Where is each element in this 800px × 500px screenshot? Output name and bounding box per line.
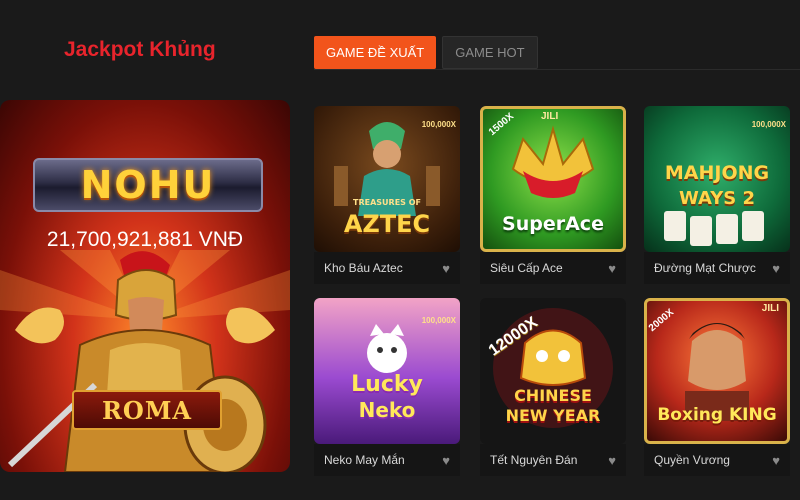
- game-art-title: Lucky: [351, 372, 423, 397]
- game-art-subtitle: Neko: [358, 398, 416, 422]
- tabs-divider: [314, 69, 800, 70]
- heart-icon[interactable]: ♥: [608, 261, 616, 276]
- game-caption: Tết Nguyên Đán ♥: [480, 444, 626, 476]
- game-art-subtitle: TREASURES OF: [353, 198, 421, 207]
- game-card-lucky-neko[interactable]: 100,000X Lucky Neko Neko May Mắn ♥: [314, 298, 460, 476]
- roma-game-logo: ROMA: [72, 390, 222, 430]
- multiplier-badge: 100,000X: [751, 120, 786, 129]
- heart-icon[interactable]: ♥: [772, 453, 780, 468]
- game-name: Tết Nguyên Đán: [490, 453, 578, 467]
- game-art-subtitle: WAYS 2: [678, 188, 756, 209]
- game-card-super-ace[interactable]: 1500X JILI SuperAce Siêu Cấp Ace ♥: [480, 106, 626, 284]
- heart-icon[interactable]: ♥: [442, 261, 450, 276]
- heart-icon[interactable]: ♥: [772, 261, 780, 276]
- game-thumbnail[interactable]: 100,000X TREASURES OF AZTEC: [314, 106, 460, 252]
- game-caption: Đường Mạt Chược ♥: [644, 252, 790, 284]
- game-card-aztec[interactable]: 100,000X TREASURES OF AZTEC Kho Báu Azte…: [314, 106, 460, 284]
- jackpot-card[interactable]: NOHU 21,700,921,881 VNĐ ROMA: [0, 100, 290, 472]
- game-name: Quyền Vương: [654, 453, 730, 467]
- jackpot-amount: 21,700,921,881 VNĐ: [46, 228, 244, 251]
- game-card-chinese-new-year[interactable]: 12000X CHINESE NEW YEAR Tết Nguyên Đán ♥: [480, 298, 626, 476]
- game-thumbnail[interactable]: 100,000X Lucky Neko: [314, 298, 460, 444]
- game-thumbnail[interactable]: 1500X JILI SuperAce: [480, 106, 626, 252]
- game-caption: Kho Báu Aztec ♥: [314, 252, 460, 284]
- game-name: Neko May Mắn: [324, 453, 405, 467]
- game-art-title: SuperAce: [502, 213, 604, 235]
- game-art-title: AZTEC: [343, 210, 431, 238]
- game-name: Kho Báu Aztec: [324, 261, 403, 275]
- game-thumbnail[interactable]: 12000X CHINESE NEW YEAR: [480, 298, 626, 444]
- game-art-title: MAHJONG: [664, 162, 770, 184]
- game-thumbnail[interactable]: 100,000X MAHJONG WAYS 2: [644, 106, 790, 252]
- multiplier-badge: 100,000X: [421, 120, 456, 129]
- nohu-logo: NOHU: [33, 158, 263, 212]
- game-tabs: GAME ĐỀ XUẤT GAME HOT: [314, 36, 538, 69]
- game-card-mahjong[interactable]: 100,000X MAHJONG WAYS 2 Đường Mạt Chược …: [644, 106, 790, 284]
- game-caption: Siêu Cấp Ace ♥: [480, 252, 626, 284]
- game-name: Siêu Cấp Ace: [490, 261, 563, 275]
- page-title: Jackpot Khủng: [64, 38, 216, 61]
- game-caption: Quyền Vương ♥: [644, 444, 790, 476]
- game-card-boxing-king[interactable]: 2000X JILI Boxing KING Quyền Vương ♥: [644, 298, 790, 476]
- heart-icon[interactable]: ♥: [608, 453, 616, 468]
- multiplier-badge: 100,000X: [421, 316, 456, 325]
- game-name: Đường Mạt Chược: [654, 261, 756, 275]
- provider-badge: JILI: [541, 111, 559, 122]
- game-caption: Neko May Mắn ♥: [314, 444, 460, 476]
- tab-hot[interactable]: GAME HOT: [442, 36, 538, 69]
- game-art-title: CHINESE: [514, 386, 592, 405]
- roma-warrior-illustration: [0, 250, 290, 472]
- heart-icon[interactable]: ♥: [442, 453, 450, 468]
- game-art-title: Boxing KING: [657, 405, 777, 425]
- game-art-subtitle: NEW YEAR: [505, 406, 601, 425]
- provider-badge: JILI: [761, 303, 779, 314]
- tab-recommended[interactable]: GAME ĐỀ XUẤT: [314, 36, 437, 69]
- game-thumbnail[interactable]: 2000X JILI Boxing KING: [644, 298, 790, 444]
